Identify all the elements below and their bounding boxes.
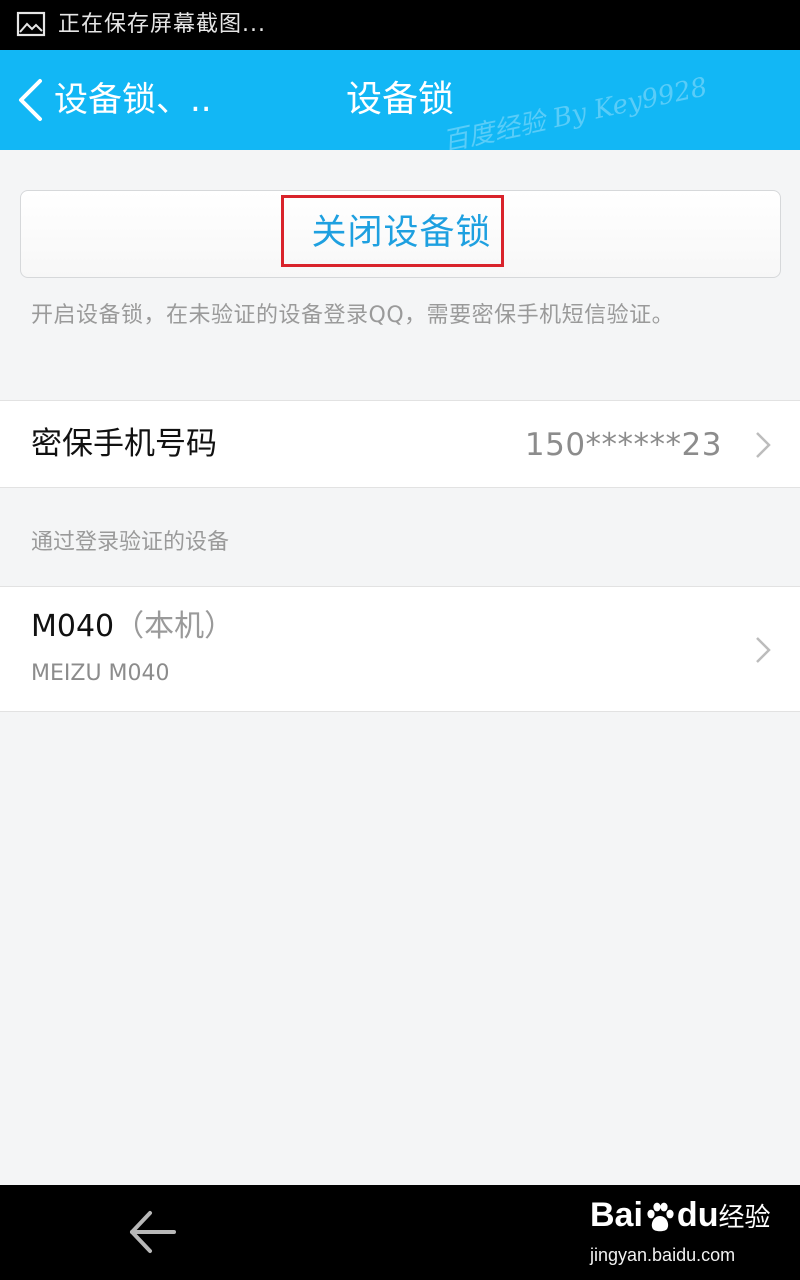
navigation-bar: Bai du经验 jingyan.baidu.com [0, 1185, 800, 1280]
nav-back-arrow-icon[interactable] [126, 1207, 180, 1257]
baidu-brand-left: Bai [590, 1196, 643, 1234]
highlight-annotation-box [281, 195, 504, 267]
chevron-right-icon [756, 432, 771, 458]
device-name: M040 [31, 609, 115, 644]
status-bar: 正在保存屏幕截图... [0, 0, 800, 50]
verified-devices-header: 通过登录验证的设备 [31, 530, 230, 555]
title-bar: 设备锁、.. 设备锁 百度经验 By Key9928 [0, 50, 800, 150]
device-row[interactable]: M040（本机） MEIZU M040 [0, 586, 800, 712]
baidu-jingyan-logo: Bai du经验 jingyan.baidu.com [590, 1195, 770, 1266]
security-phone-value: 150******23 [524, 427, 722, 463]
device-model: MEIZU M040 [31, 661, 170, 686]
status-text: 正在保存屏幕截图... [58, 12, 266, 37]
device-lock-hint: 开启设备锁，在未验证的设备登录QQ，需要密保手机短信验证。 [31, 303, 675, 328]
security-phone-label: 密保手机号码 [31, 426, 217, 462]
baidu-brand-cn: 经验 [718, 1203, 771, 1233]
baidu-brand-right: du [676, 1196, 719, 1234]
screenshot-icon [16, 11, 46, 37]
device-name-line: M040（本机） [31, 607, 234, 647]
baidu-site: jingyan.baidu.com [590, 1245, 736, 1265]
baidu-paw-icon [647, 1202, 674, 1232]
chevron-right-icon [756, 637, 771, 663]
security-phone-row[interactable]: 密保手机号码 150******23 [0, 400, 800, 488]
device-current-tag: （本机） [114, 609, 235, 644]
